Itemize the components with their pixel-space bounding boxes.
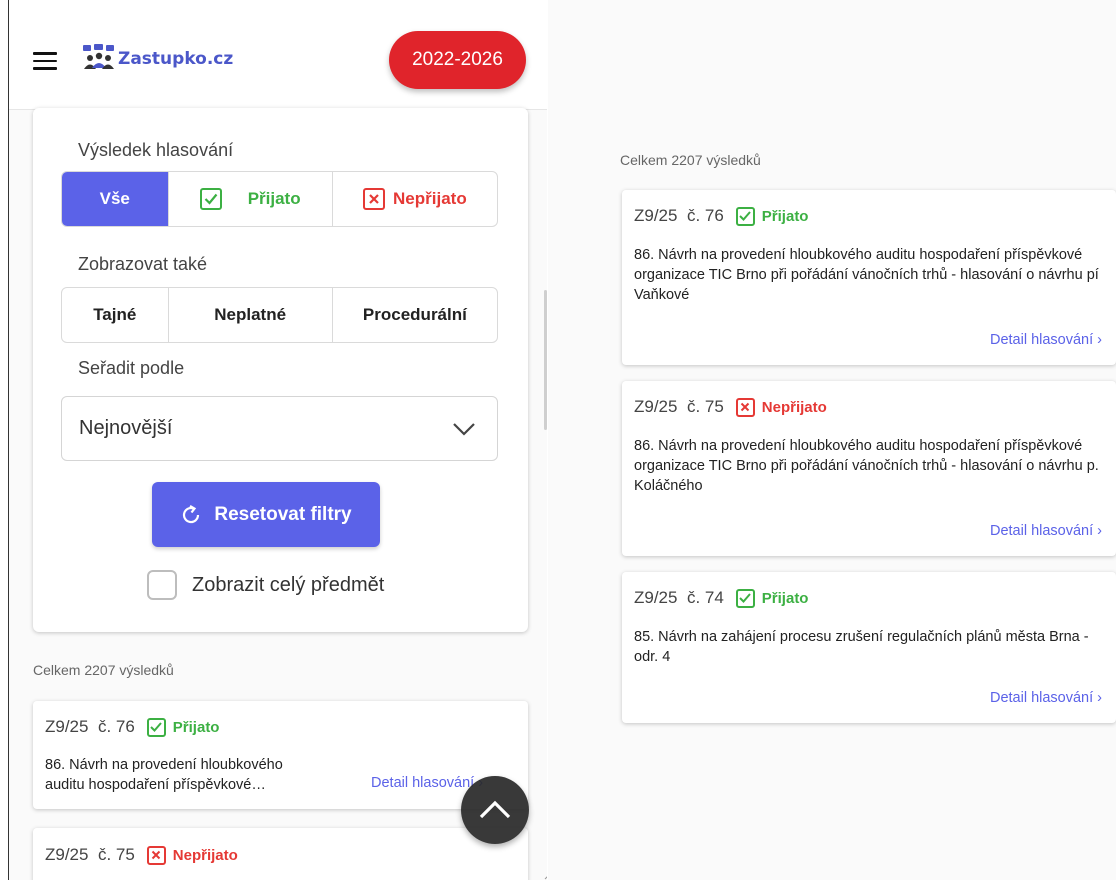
result-heading: Z9/25 č. 76 Přijato xyxy=(634,206,808,226)
result-card[interactable]: Z9/25 č. 75 Nepřijato xyxy=(33,828,528,880)
result-description: 86. Návrh na provedení hloubkového audit… xyxy=(45,755,365,795)
vote-number: č. 75 xyxy=(97,845,135,864)
reset-filters-button[interactable]: Resetovat filtry xyxy=(152,482,380,547)
check-box-icon xyxy=(735,588,755,608)
status-label: Nepřijato xyxy=(172,846,238,864)
session-code: Z9/25 xyxy=(634,206,678,225)
session-code: Z9/25 xyxy=(634,397,678,416)
result-description: 86. Návrh na provedení hloubkového audit… xyxy=(634,438,1099,494)
top-bar: Zastupko.cz 2022-2026 xyxy=(9,0,547,110)
x-box-icon xyxy=(363,188,386,210)
status-label: Přijato xyxy=(761,589,809,607)
page: Zastupko.cz 2022-2026 Výsledek hlasování… xyxy=(0,0,1116,880)
hamburger-menu-icon[interactable] xyxy=(33,52,57,70)
result-heading: Z9/25 č. 76 Přijato xyxy=(45,717,219,737)
result-heading: Z9/25 č. 75 Nepřijato xyxy=(634,397,827,417)
detail-link-label: Detail hlasování xyxy=(371,775,475,791)
result-card[interactable]: Z9/25 č. 75 Nepřijato 86. Návrh na prove… xyxy=(622,381,1116,556)
logo-people-icon xyxy=(83,44,114,69)
result-heading: Z9/25 č. 75 Nepřijato xyxy=(45,845,238,865)
status-badge: Nepřijato xyxy=(735,397,827,417)
filter-rejected-label: Nepřijato xyxy=(393,189,467,208)
result-filter-group: Vše Přijato Nepřijato xyxy=(61,171,498,227)
results-panel: Celkem 2207 výsledků Z9/25 č. 76 Přijato… xyxy=(548,0,1116,880)
show-full-subject-row[interactable]: Zobrazit celý předmět xyxy=(147,570,384,600)
result-description: 85. Návrh na zahájení procesu zrušení re… xyxy=(634,629,1089,665)
result-card[interactable]: Z9/25 č. 76 Přijato 86. Návrh na provede… xyxy=(622,190,1116,365)
chevron-up-icon xyxy=(479,800,511,819)
result-heading: Z9/25 č. 74 Přijato xyxy=(634,588,808,608)
status-badge: Přijato xyxy=(146,717,220,737)
x-box-icon xyxy=(146,845,166,865)
show-full-subject-checkbox[interactable] xyxy=(147,570,177,600)
detail-link[interactable]: Detail hlasování › xyxy=(990,523,1102,539)
period-button[interactable]: 2022-2026 xyxy=(389,31,526,89)
scrollbar[interactable] xyxy=(544,290,547,430)
refresh-icon xyxy=(183,504,200,523)
scroll-to-top-button[interactable] xyxy=(461,776,529,844)
detail-link-label: Detail hlasování xyxy=(989,332,1094,348)
reset-filters-label: Resetovat filtry xyxy=(214,503,352,525)
status-badge: Přijato xyxy=(735,206,809,226)
sort-label: Seřadit podle xyxy=(78,358,185,378)
result-filter-label: Výsledek hlasování xyxy=(78,140,234,160)
results-count: Celkem 2207 výsledků xyxy=(33,662,174,678)
status-badge: Přijato xyxy=(735,588,809,608)
detail-link-label: Detail hlasování xyxy=(989,690,1094,706)
vote-number: č. 74 xyxy=(686,588,724,607)
sort-select[interactable]: Nejnovější xyxy=(61,396,498,461)
vote-number: č. 76 xyxy=(686,206,724,225)
detail-link[interactable]: Detail hlasování › xyxy=(990,332,1102,348)
session-code: Z9/25 xyxy=(634,588,678,607)
status-badge: Nepřijato xyxy=(146,845,238,865)
chevron-down-icon xyxy=(453,423,475,436)
show-also-label: Zobrazovat také xyxy=(78,254,208,274)
filter-accepted-button[interactable]: Přijato xyxy=(169,172,333,226)
show-also-group: Tajné Neplatné Procedurální xyxy=(61,287,498,343)
detail-link-label: Detail hlasování xyxy=(989,523,1094,539)
filter-all-button[interactable]: Vše xyxy=(62,172,169,226)
filter-card: Výsledek hlasování Vše Přijato Nepřijato… xyxy=(33,108,528,632)
description-line: 86. Návrh na provedení hloubkového xyxy=(45,757,283,773)
description-line: auditu hospodaření příspěvkové… xyxy=(45,777,266,793)
show-invalid-button[interactable]: Neplatné xyxy=(169,288,333,342)
check-box-icon xyxy=(199,188,222,210)
show-secret-button[interactable]: Tajné xyxy=(62,288,169,342)
result-description: 86. Návrh na provedení hloubkového audit… xyxy=(634,247,1099,303)
status-label: Přijato xyxy=(172,718,220,736)
check-box-icon xyxy=(146,717,166,737)
filter-rejected-button[interactable]: Nepřijato xyxy=(333,172,497,226)
show-procedural-button[interactable]: Procedurální xyxy=(333,288,497,342)
logo[interactable]: Zastupko.cz xyxy=(81,42,233,76)
result-card[interactable]: Z9/25 č. 76 Přijato 86. Návrh na provede… xyxy=(33,701,528,809)
x-box-icon xyxy=(735,397,755,417)
sort-value: Nejnovější xyxy=(79,417,173,439)
check-box-icon xyxy=(735,206,755,226)
status-label: Nepřijato xyxy=(761,398,827,416)
detail-link[interactable]: Detail hlasování › xyxy=(990,690,1102,706)
detail-link[interactable]: Detail hlasování › xyxy=(371,775,483,791)
filter-accepted-label: Přijato xyxy=(247,189,301,208)
vote-number: č. 76 xyxy=(97,717,135,736)
show-full-subject-label: Zobrazit celý předmět xyxy=(192,573,385,596)
logo-text: Zastupko.cz xyxy=(118,49,234,69)
resize-grip-icon[interactable] xyxy=(542,866,547,880)
mobile-view: Zastupko.cz 2022-2026 Výsledek hlasování… xyxy=(9,0,547,880)
status-label: Přijato xyxy=(761,207,809,225)
vote-number: č. 75 xyxy=(686,397,724,416)
session-code: Z9/25 xyxy=(45,845,89,864)
session-code: Z9/25 xyxy=(45,717,89,736)
result-card[interactable]: Z9/25 č. 74 Přijato 85. Návrh na zahájen… xyxy=(622,572,1116,723)
results-count: Celkem 2207 výsledků xyxy=(620,152,761,168)
